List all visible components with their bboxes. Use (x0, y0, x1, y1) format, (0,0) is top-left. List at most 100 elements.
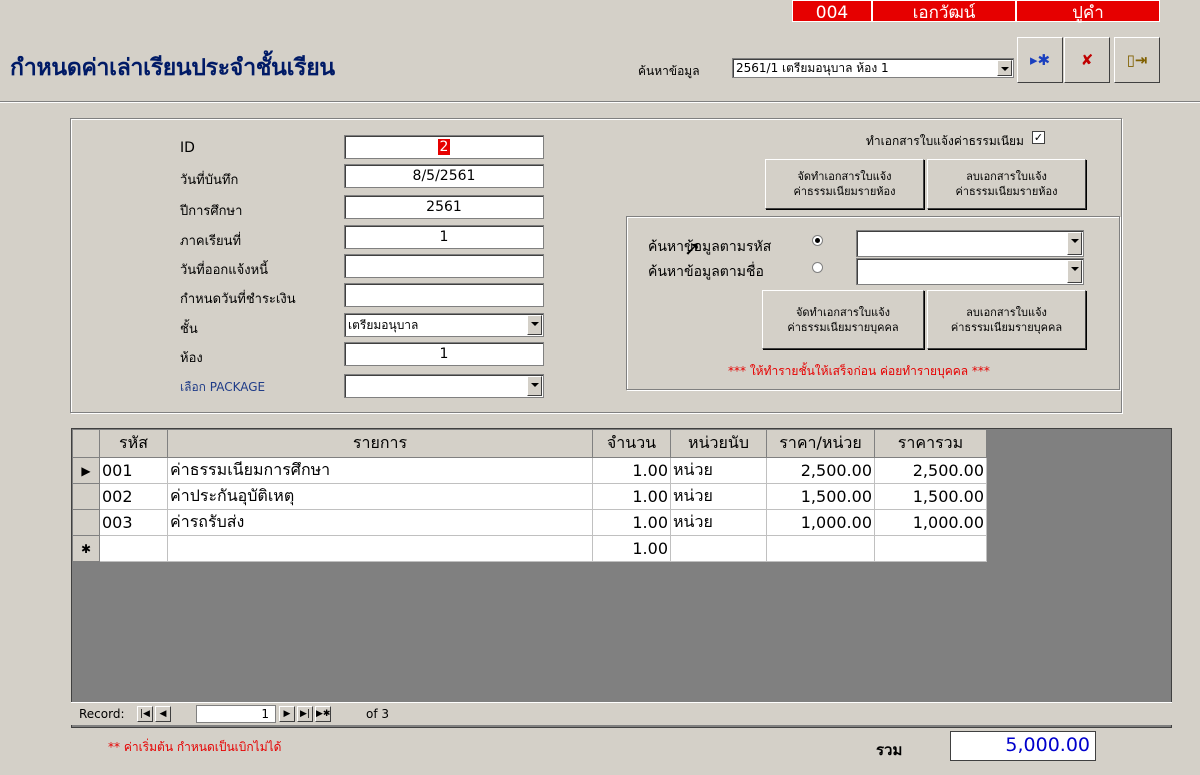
table-row[interactable]: ▶ 001 ค่าธรรมเนียมการศึกษา 1.00 หน่วย 2,… (72, 457, 987, 484)
first-record-icon[interactable]: |◀ (137, 706, 153, 722)
room-label: ห้อง (180, 351, 203, 366)
record-label: Record: (79, 707, 125, 721)
id-field[interactable]: 2 (344, 135, 544, 159)
warning-text: *** ให้ทำรายชั้นให้เสร็จก่อน ค่อยทำรายบุ… (728, 364, 990, 378)
due-date-label: กำหนดวันที่ชำระเงิน (180, 292, 296, 307)
total-value-field: 5,000.00 (950, 731, 1096, 761)
column-header[interactable]: จำนวน (592, 429, 671, 458)
issue-date-label: วันที่ออกแจ้งหนี้ (180, 263, 269, 278)
room-field[interactable]: 1 (344, 342, 544, 366)
table-cell[interactable]: 001 (99, 457, 168, 484)
chevron-down-icon[interactable] (1067, 260, 1082, 283)
new-record-row[interactable]: ✱ 1.00 (72, 535, 987, 562)
table-row[interactable]: 003 ค่ารถรับส่ง 1.00 หน่วย 1,000.00 1,00… (72, 509, 987, 536)
search-by-name-label: ค้นหาข้อมูลตามชื่อ (648, 264, 764, 280)
items-table: รหัส รายการ จำนวน หน่วยนับ ราคา/หน่วย รา… (72, 429, 987, 562)
column-header[interactable]: รายการ (167, 429, 593, 458)
table-cell[interactable]: ค่ารถรับส่ง (167, 509, 593, 536)
user-first-name: เอกวัฒน์ (872, 0, 1016, 23)
chevron-down-icon[interactable] (527, 315, 542, 335)
delete-person-doc-button[interactable]: ลบเอกสารใบแจ้ง ค่าธรรมเนียมรายบุคคล (927, 290, 1086, 349)
search-select-value: 2561/1 เตรียมอนุบาล ห้อง 1 (736, 61, 889, 75)
delete-room-doc-button[interactable]: ลบเอกสารใบแจ้ง ค่าธรรมเนียมรายห้อง (927, 159, 1086, 209)
record-number-field[interactable]: 1 (196, 705, 276, 723)
table-cell[interactable]: 1,000.00 (766, 509, 875, 536)
table-cell[interactable] (99, 535, 168, 562)
chevron-down-icon[interactable] (527, 376, 542, 396)
table-cell[interactable]: 2,500.00 (766, 457, 875, 484)
id-value: 2 (437, 139, 451, 155)
new-record-nav-icon[interactable]: ▶✱ (315, 706, 331, 722)
delete-room-doc-line1: ลบเอกสารใบแจ้ง (966, 170, 1047, 183)
chevron-down-icon[interactable] (997, 60, 1012, 76)
exit-door-icon: ▯⇥ (1126, 51, 1148, 69)
record-date-field[interactable]: 8/5/2561 (344, 164, 544, 188)
table-cell[interactable]: 1.00 (592, 457, 671, 484)
make-doc-label: ทำเอกสารใบแจ้งค่าธรรมเนียม (866, 134, 1024, 148)
record-date-label: วันที่บันทึก (180, 173, 239, 188)
search-by-code-radio[interactable] (812, 235, 823, 246)
table-cell[interactable]: 1,500.00 (874, 483, 987, 510)
table-cell[interactable]: 1,500.00 (766, 483, 875, 510)
semester-field[interactable]: 1 (344, 225, 544, 249)
search-name-select[interactable] (856, 258, 1084, 285)
current-row-pointer-icon[interactable]: ▶ (72, 457, 100, 484)
table-cell[interactable]: 1.00 (592, 535, 671, 562)
make-doc-checkbox[interactable]: ✓ (1032, 131, 1045, 144)
table-cell[interactable] (874, 535, 987, 562)
delete-record-icon: ✘ (1080, 51, 1094, 69)
column-header[interactable]: ราคารวม (874, 429, 987, 458)
last-record-icon[interactable]: ▶| (297, 706, 313, 722)
table-cell[interactable]: 1,000.00 (874, 509, 987, 536)
new-row-asterisk-icon[interactable]: ✱ (72, 535, 100, 562)
items-grid[interactable]: รหัส รายการ จำนวน หน่วยนับ ราคา/หน่วย รา… (71, 428, 1172, 728)
level-select[interactable]: เตรียมอนุบาล (344, 313, 544, 337)
search-code-select[interactable] (856, 230, 1084, 257)
table-cell[interactable]: หน่วย (670, 457, 767, 484)
header-divider (0, 101, 1200, 103)
id-label: ID (180, 140, 195, 156)
table-cell[interactable] (766, 535, 875, 562)
column-header[interactable]: ราคา/หน่วย (766, 429, 875, 458)
search-by-name-radio[interactable] (812, 262, 823, 273)
search-select[interactable]: 2561/1 เตรียมอนุบาล ห้อง 1 (732, 58, 1014, 78)
exit-button[interactable]: ▯⇥ (1114, 37, 1160, 83)
table-cell[interactable]: 2,500.00 (874, 457, 987, 484)
table-cell[interactable] (670, 535, 767, 562)
issue-date-field[interactable] (344, 254, 544, 278)
table-cell[interactable]: ค่าธรรมเนียมการศึกษา (167, 457, 593, 484)
semester-label: ภาคเรียนที่ (180, 234, 242, 249)
table-row[interactable]: 002 ค่าประกันอุบัติเหตุ 1.00 หน่วย 1,500… (72, 483, 987, 510)
academic-year-field[interactable]: 2561 (344, 195, 544, 219)
user-last-name: ปูคำ (1016, 0, 1160, 23)
delete-record-button[interactable]: ✘ (1064, 37, 1110, 83)
record-count: of 3 (366, 707, 390, 721)
make-room-doc-button[interactable]: จัดทำเอกสารใบแจ้ง ค่าธรรมเนียมรายห้อง (765, 159, 924, 209)
footer-note: ** ค่าเริ่มต้น กำหนดเป็นเบิกไม่ได้ (108, 740, 282, 754)
table-cell[interactable]: 1.00 (592, 509, 671, 536)
table-cell[interactable]: 002 (99, 483, 168, 510)
package-label: เลือก PACKAGE (180, 380, 266, 394)
column-header[interactable]: หน่วยนับ (670, 429, 767, 458)
table-cell[interactable] (167, 535, 593, 562)
column-header[interactable]: รหัส (99, 429, 168, 458)
due-date-field[interactable] (344, 283, 544, 307)
chevron-down-icon[interactable] (1067, 232, 1082, 255)
package-select[interactable] (344, 374, 544, 398)
table-header-row: รหัส รายการ จำนวน หน่วยนับ ราคา/หน่วย รา… (72, 429, 987, 458)
table-cell[interactable]: 003 (99, 509, 168, 536)
row-selector[interactable] (72, 509, 100, 536)
table-cell[interactable]: หน่วย (670, 509, 767, 536)
make-room-doc-line2: ค่าธรรมเนียมรายห้อง (793, 185, 896, 198)
next-record-icon[interactable]: ▶ (279, 706, 295, 722)
table-cell[interactable]: ค่าประกันอุบัติเหตุ (167, 483, 593, 510)
new-record-button[interactable]: ▸✱ (1017, 37, 1063, 83)
row-selector-header (72, 429, 100, 458)
table-cell[interactable]: หน่วย (670, 483, 767, 510)
row-selector[interactable] (72, 483, 100, 510)
make-person-doc-button[interactable]: จัดทำเอกสารใบแจ้ง ค่าธรรมเนียมรายบุคคล (762, 290, 924, 349)
previous-record-icon[interactable]: ◀ (155, 706, 171, 722)
table-cell[interactable]: 1.00 (592, 483, 671, 510)
search-label: ค้นหาข้อมูล (638, 64, 700, 78)
record-navigator: Record: |◀ ◀ 1 ▶ ▶| ▶✱ of 3 (71, 702, 1172, 725)
